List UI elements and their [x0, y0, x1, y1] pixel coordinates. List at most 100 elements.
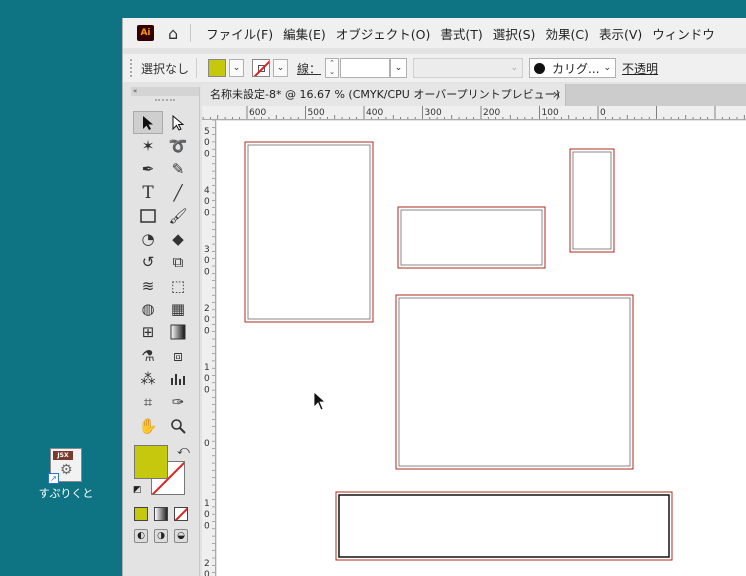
- slice-tool[interactable]: ✑: [163, 391, 193, 414]
- jsx-badge: JSX: [53, 451, 73, 460]
- menu-window[interactable]: ウィンドウ: [647, 24, 720, 43]
- ruler-label: 300: [425, 108, 442, 118]
- stroke-weight-stepper[interactable]: ⌃ ⌄: [325, 58, 340, 78]
- fill-stroke-widget: ⤺ ◩: [131, 441, 199, 507]
- stroke-swatch[interactable]: [252, 59, 271, 77]
- control-bar-grip[interactable]: [130, 59, 135, 77]
- desktop-shortcut[interactable]: JSX ⚙ ↗ すぷりくと: [38, 448, 94, 501]
- perspective-grid-tool[interactable]: ▦: [163, 297, 193, 320]
- shape-builder-tool[interactable]: ◍: [133, 297, 163, 320]
- stroke-weight-label[interactable]: 線：: [297, 60, 321, 77]
- free-transform-tool[interactable]: ⬚: [163, 274, 193, 297]
- direct-selection-tool[interactable]: [163, 111, 193, 134]
- ruler-label: 1: [204, 499, 210, 509]
- brush-definition-dropdown[interactable]: カリグ... ⌄: [529, 58, 617, 78]
- opacity-label[interactable]: 不透明: [622, 60, 658, 77]
- menu-type[interactable]: 書式(T): [435, 24, 487, 43]
- hand-tool[interactable]: ✋: [133, 414, 163, 437]
- ruler-label: 0: [204, 267, 210, 277]
- color-mode-button[interactable]: [134, 507, 148, 522]
- brush-dot-icon: [534, 62, 546, 74]
- draw-inside-button[interactable]: ◒: [174, 529, 188, 544]
- gradient-mode-button[interactable]: [154, 507, 168, 522]
- variable-width-profile-dropdown[interactable]: ⌄: [413, 58, 524, 78]
- draw-mode-row: ◐ ◑ ◒: [134, 529, 199, 544]
- rotate-tool[interactable]: ↺: [133, 251, 163, 274]
- rectangle-tool[interactable]: [133, 204, 163, 227]
- stroke-dropdown[interactable]: ⌄: [273, 59, 289, 77]
- ruler-label: 0: [204, 570, 210, 576]
- menu-object[interactable]: オブジェクト(O): [331, 24, 436, 43]
- app-logo: Ai: [137, 25, 154, 41]
- vertical-ruler[interactable]: 500400300200100010020: [202, 120, 216, 576]
- curvature-tool[interactable]: ✎: [163, 158, 193, 181]
- menu-view[interactable]: 表示(V): [594, 24, 647, 43]
- zoom-tool[interactable]: [163, 414, 193, 437]
- horizontal-ruler[interactable]: 600 500 400 300 200 100 0: [202, 106, 746, 120]
- document-tab-bar: 名称未設定-8* @ 16.67 % (CMYK/CPU オーバープリントプレビ…: [202, 84, 746, 106]
- menu-edit[interactable]: 編集(E): [278, 24, 331, 43]
- ruler-label: 0: [204, 326, 210, 336]
- gradient-tool[interactable]: [163, 321, 193, 344]
- artboard-tool[interactable]: ⌗: [133, 391, 163, 414]
- ruler-label: 0: [204, 315, 210, 325]
- menu-file[interactable]: ファイル(F): [201, 24, 278, 43]
- blend-tool[interactable]: ⧈: [163, 344, 193, 367]
- artboard-4-inner: [398, 297, 631, 467]
- type-tool[interactable]: T: [133, 181, 163, 204]
- width-tool[interactable]: ≋: [133, 274, 163, 297]
- ruler-label: 1: [204, 363, 210, 373]
- artboard-3[interactable]: [569, 148, 615, 253]
- stroke-weight-input[interactable]: [340, 58, 391, 78]
- tools-panel: « ✶ ➰ ✒ ✎ T ╱ 🖌 ◔ ◆ ↺ ⧉ ≋ ⬚ ◍ ▦ ⊞ ⚗ ⧈ ⁂ …: [131, 87, 200, 576]
- jsx-file-icon: JSX ⚙ ↗: [48, 448, 82, 484]
- shaper-tool[interactable]: ◔: [133, 227, 163, 250]
- none-mode-button[interactable]: [174, 507, 188, 522]
- magic-wand-tool[interactable]: ✶: [133, 134, 163, 157]
- ruler-label: 200: [483, 108, 500, 118]
- canvas[interactable]: [217, 121, 746, 576]
- ruler-label: 0: [204, 208, 210, 218]
- fill-swatch[interactable]: [208, 59, 227, 77]
- ruler-label: 500: [308, 108, 325, 118]
- selection-tool[interactable]: [133, 111, 163, 135]
- pen-tool[interactable]: ✒: [133, 158, 163, 181]
- ruler-label: 600: [249, 108, 266, 118]
- tools-panel-collapse[interactable]: «: [131, 87, 199, 96]
- paintbrush-tool[interactable]: 🖌: [163, 204, 193, 227]
- tools-panel-grip[interactable]: [155, 99, 175, 105]
- menu-effect[interactable]: 効果(C): [540, 24, 593, 43]
- line-tool[interactable]: ╱: [163, 181, 193, 204]
- draw-normal-button[interactable]: ◐: [134, 529, 148, 544]
- artboard-4[interactable]: [395, 294, 634, 470]
- column-graph-tool[interactable]: [163, 367, 193, 390]
- fill-color-box[interactable]: [134, 445, 168, 480]
- scale-tool[interactable]: ⧉: [163, 251, 193, 274]
- desktop-shortcut-label: すぷりくと: [38, 487, 94, 500]
- ruler-label: 100: [542, 108, 559, 118]
- default-colors-icon[interactable]: ◩: [133, 485, 142, 495]
- swap-fill-stroke-icon[interactable]: ⤺: [177, 443, 190, 458]
- document-tab[interactable]: 名称未設定-8* @ 16.67 % (CMYK/CPU オーバープリントプレビ…: [202, 84, 566, 106]
- lasso-tool[interactable]: ➰: [163, 134, 193, 157]
- home-icon[interactable]: ⌂: [168, 24, 178, 43]
- ruler-label: 0: [204, 439, 210, 449]
- symbol-sprayer-tool[interactable]: ⁂: [133, 367, 163, 390]
- eyedropper-tool[interactable]: ⚗: [133, 344, 163, 367]
- ruler-label: 400: [366, 108, 383, 118]
- mesh-tool[interactable]: ⊞: [133, 321, 163, 344]
- stroke-weight-dropdown[interactable]: ⌄: [390, 58, 408, 78]
- ruler-label: 0: [204, 374, 210, 384]
- artboard-2[interactable]: [397, 206, 546, 269]
- menu-select[interactable]: 選択(S): [488, 24, 541, 43]
- eraser-tool[interactable]: ◆: [163, 227, 193, 250]
- close-icon[interactable]: ×: [552, 84, 561, 106]
- fill-dropdown[interactable]: ⌄: [229, 59, 245, 77]
- brush-name: カリグ...: [552, 61, 600, 76]
- artboard-1[interactable]: [244, 141, 374, 323]
- draw-behind-button[interactable]: ◑: [154, 529, 168, 544]
- artboard-5[interactable]: [335, 491, 673, 561]
- artboard-2-inner: [400, 209, 543, 266]
- document-tab-title: 名称未設定-8* @ 16.67 % (CMYK/CPU オーバープリントプレビ…: [210, 88, 560, 101]
- artboard-5-inner: [338, 494, 670, 558]
